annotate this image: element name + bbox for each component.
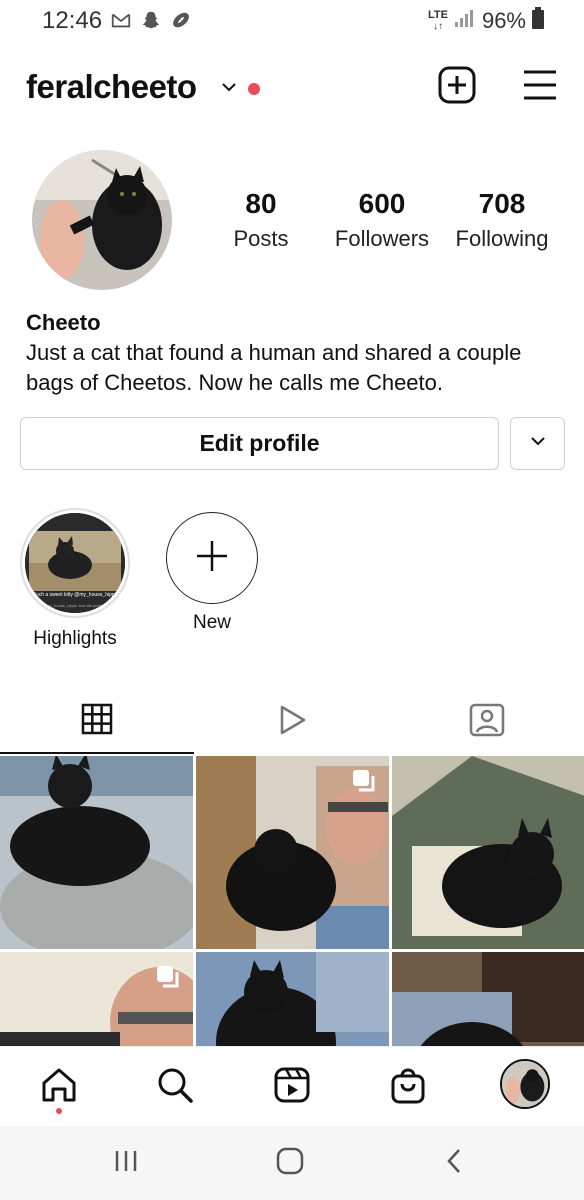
system-navigation [0,1126,584,1200]
back-icon [444,1146,464,1181]
posts-label: Posts [233,226,289,251]
followers-stat[interactable]: 600 Followers [330,188,434,252]
grid-icon [81,703,113,740]
snapchat-icon [140,9,162,36]
home-button-icon [275,1146,305,1181]
highlight-label: Highlights [33,628,117,649]
svg-text:@my_house_hippo Just the prett: @my_house_hippo Just the prettiest [43,603,109,608]
lte-indicator: LTE ↓↑ [427,8,448,32]
profile-tabs [0,690,584,754]
svg-text:Such a sweet kitty @my_house_h: Such a sweet kitty @my_house_hippo [33,592,118,598]
post-thumbnail[interactable] [0,952,193,1046]
tab-grid[interactable] [0,690,194,754]
multiple-posts-icon [351,768,377,794]
status-time: 12:46 [42,7,103,34]
bio-text: Just a cat that found a human and shared… [26,340,522,395]
recent-apps-button[interactable] [106,1148,146,1178]
highlight-item[interactable]: Such a sweet kitty @my_house_hippo @my_h… [19,508,131,650]
chevron-down-icon [529,432,547,455]
new-highlight-label: New [192,612,231,633]
chevron-down-icon[interactable] [220,78,238,96]
battery-percent: 96% [481,7,526,33]
profile-avatar[interactable] [32,150,172,290]
username[interactable]: feralcheeto [26,68,197,106]
posts-stat[interactable]: 80 Posts [222,188,300,252]
tab-reels[interactable] [195,690,389,754]
status-bar: 12:46 LTE ↓↑ 96% [0,0,584,40]
notification-dot [248,83,260,95]
tab-tagged[interactable] [390,690,584,754]
home-button[interactable] [270,1146,310,1181]
nav-profile-avatar[interactable] [500,1059,550,1109]
menu-icon[interactable] [522,68,558,102]
posts-count: 80 [245,188,277,219]
nav-reels[interactable] [270,1065,314,1109]
signal-icon [454,8,476,33]
bottom-navigation [0,1046,584,1126]
followers-count: 600 [358,188,406,219]
followers-label: Followers [334,226,430,251]
football-icon [170,9,192,36]
following-stat[interactable]: 708 Following [450,188,554,252]
plus-icon [195,539,229,578]
post-thumbnail[interactable] [392,756,584,949]
search-icon [155,1065,195,1110]
gmail-icon [110,9,132,36]
nav-shop[interactable] [386,1065,430,1109]
following-label: Following [455,226,549,251]
nav-search[interactable] [153,1065,197,1109]
create-post-button[interactable] [438,66,476,104]
display-name: Cheeto [26,310,101,335]
shop-icon [388,1065,428,1110]
battery-icon [532,7,544,34]
recent-apps-icon [111,1148,141,1179]
edit-profile-button[interactable]: Edit profile [20,417,499,470]
tagged-icon [469,702,505,743]
post-grid [0,756,584,1046]
profile-header: feralcheeto [26,64,558,110]
post-thumbnail[interactable] [196,756,389,949]
following-count: 708 [478,188,526,219]
new-highlight-ring [166,512,258,604]
highlight-cover: Such a sweet kitty @my_house_hippo @my_h… [25,513,125,613]
highlight-ring: Such a sweet kitty @my_house_hippo @my_h… [20,508,130,618]
suggestions-toggle-button[interactable] [510,417,565,470]
back-button[interactable] [434,1148,474,1178]
nav-home[interactable] [37,1065,81,1109]
new-highlight-button[interactable]: New [156,508,268,634]
post-thumbnail[interactable] [392,952,584,1046]
home-activity-dot [56,1108,62,1114]
post-thumbnail[interactable] [196,952,389,1046]
post-thumbnail[interactable] [0,756,193,949]
home-icon [39,1065,79,1110]
reels-icon [272,1065,312,1110]
reels-play-icon [276,704,308,741]
multiple-posts-icon [155,964,181,990]
